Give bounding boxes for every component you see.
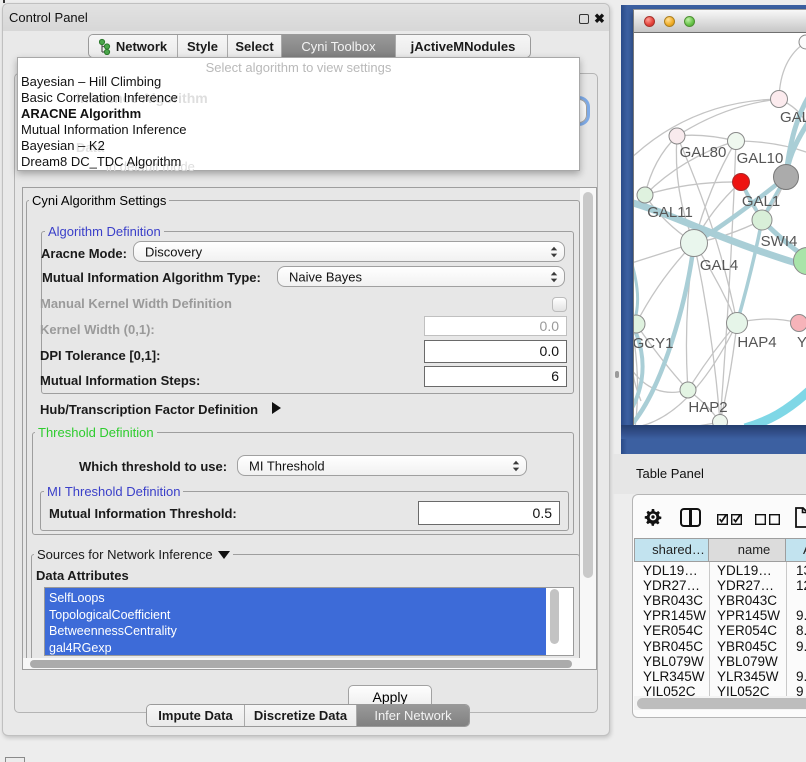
svg-text:GAL80: GAL80 <box>680 144 727 161</box>
svg-text:GAL10: GAL10 <box>737 150 784 167</box>
svg-text:GAL1: GAL1 <box>742 193 780 210</box>
svg-text:Y: Y <box>797 334 806 351</box>
svg-text:GAL: GAL <box>780 109 806 126</box>
svg-text:GCY1: GCY1 <box>634 335 673 352</box>
svg-text:HAP4: HAP4 <box>737 334 776 351</box>
svg-text:GAL4: GAL4 <box>700 257 738 274</box>
svg-text:GAL11: GAL11 <box>647 204 693 221</box>
svg-text:SWI4: SWI4 <box>761 233 798 250</box>
svg-text:HAP2: HAP2 <box>688 399 727 416</box>
